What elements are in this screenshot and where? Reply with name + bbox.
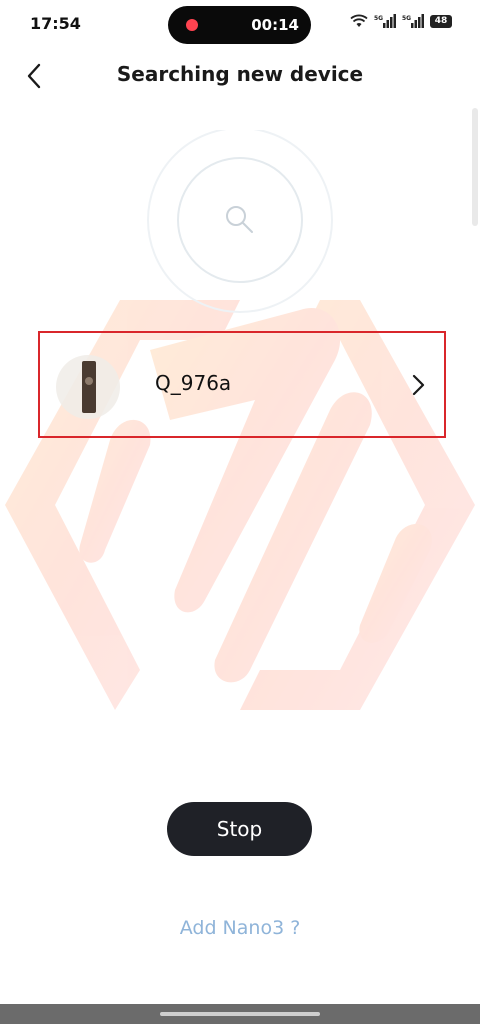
device-image [82,361,96,413]
home-indicator[interactable] [160,1012,320,1016]
chevron-right-icon [412,374,425,396]
record-dot-icon [186,19,198,31]
signal-5g-icon: 5G [374,14,396,28]
device-thumbnail [56,355,120,419]
navigation-bar [0,1004,480,1024]
battery-icon: 48 [430,14,452,28]
screen-recorder-pill[interactable]: 00:14 [168,6,311,44]
svg-text:5G: 5G [402,15,411,22]
wifi-icon [350,14,368,27]
search-icon [226,206,253,233]
device-list-item[interactable]: Q_976a [38,331,446,438]
screen: 17:54 00:14 5G 5G 48 Searching new devic… [0,0,480,1024]
status-time: 17:54 [30,14,81,33]
stop-button[interactable]: Stop [167,802,312,856]
radar-animation [147,130,333,313]
svg-text:5G: 5G [374,15,383,22]
header: Searching new device [0,52,480,102]
add-nano3-link[interactable]: Add Nano3 ? [0,917,480,939]
scroll-indicator [472,108,478,226]
device-name: Q_976a [155,371,232,395]
status-bar: 17:54 00:14 5G 5G 48 [0,0,480,50]
status-icons: 5G 5G 48 [350,14,452,28]
page-title: Searching new device [116,62,364,86]
recording-time: 00:14 [251,16,299,34]
signal-5g-icon: 5G [402,14,424,28]
